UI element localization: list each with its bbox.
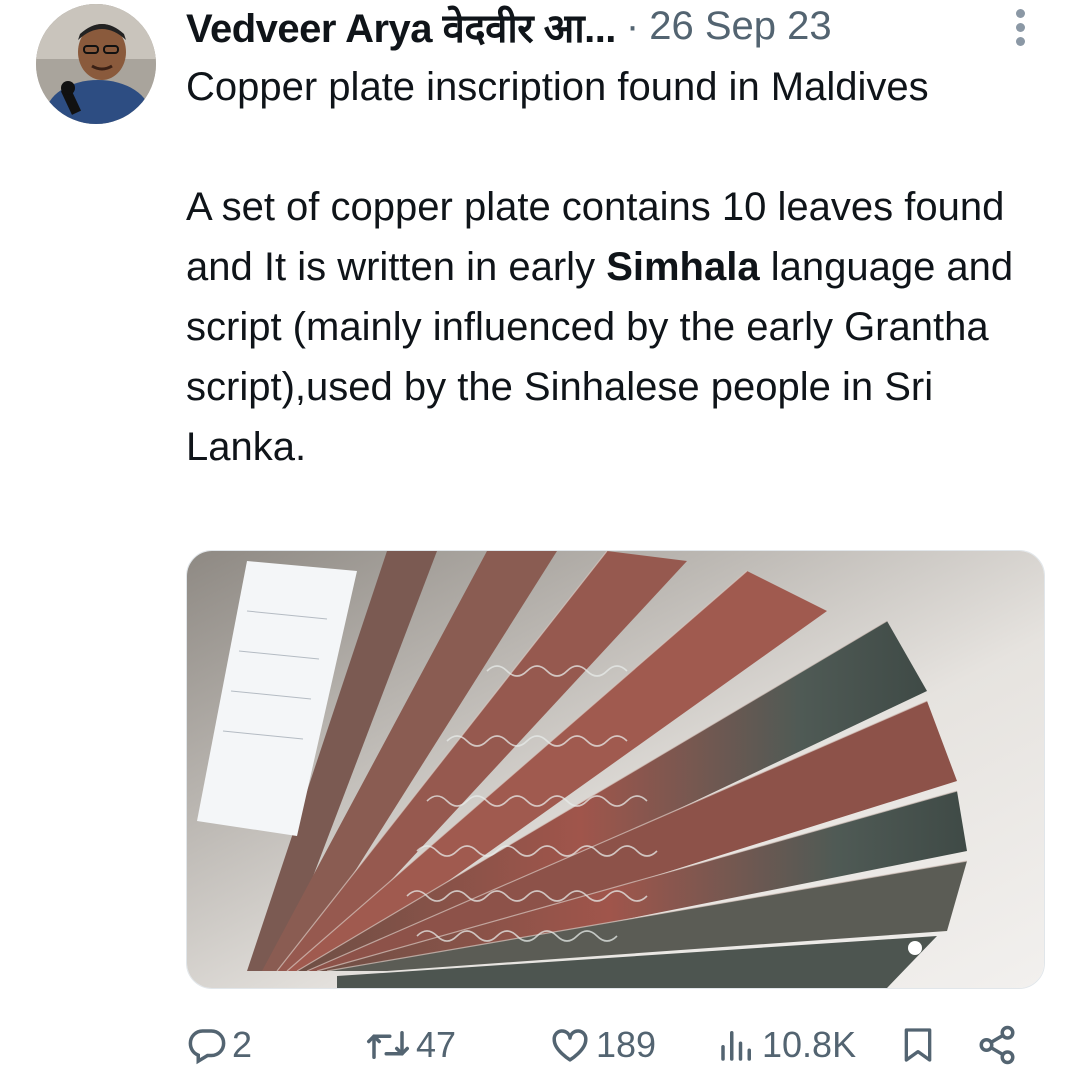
heart-icon	[548, 1024, 592, 1066]
tweet-media-photo[interactable]	[186, 550, 1045, 989]
repost-button[interactable]: 47	[364, 1010, 456, 1080]
more-vertical-icon[interactable]	[1008, 6, 1032, 46]
repost-icon	[364, 1024, 412, 1066]
tweet-header: Vedveer Arya वेदवीर आ... · 26 Sep 23	[186, 0, 986, 52]
author-display-name[interactable]: Vedveer Arya वेदवीर आ...	[186, 0, 616, 54]
like-button[interactable]: 189	[548, 1010, 656, 1080]
views-button[interactable]: 10.8K	[716, 1010, 856, 1080]
bookmark-button[interactable]	[898, 1010, 938, 1080]
tweet-date[interactable]: 26 Sep 23	[649, 4, 831, 49]
views-count: 10.8K	[762, 1024, 857, 1065]
repost-count: 47	[416, 1024, 457, 1065]
copper-plate-photo	[187, 551, 1044, 988]
tweet-text-paragraph: A set of copper plate contains 10 leaves…	[186, 177, 1056, 477]
share-icon	[976, 1024, 1018, 1066]
tweet-text: Copper plate inscription found in Maldiv…	[186, 57, 1056, 477]
reply-count: 2	[232, 1024, 253, 1065]
reply-icon	[186, 1024, 228, 1066]
views-icon	[716, 1024, 758, 1066]
reply-button[interactable]: 2	[186, 1010, 252, 1080]
like-count: 189	[596, 1024, 657, 1065]
tweet-text-bold: Simhala	[606, 245, 760, 289]
author-avatar[interactable]	[36, 4, 156, 124]
bookmark-icon	[898, 1024, 938, 1066]
tweet-action-bar: 2 47 189 10.8K	[186, 1010, 1046, 1080]
header-separator: ·	[625, 3, 640, 48]
share-button[interactable]	[976, 1010, 1018, 1080]
avatar-photo	[36, 4, 156, 124]
tweet-text-line1: Copper plate inscription found in Maldiv…	[186, 65, 929, 109]
